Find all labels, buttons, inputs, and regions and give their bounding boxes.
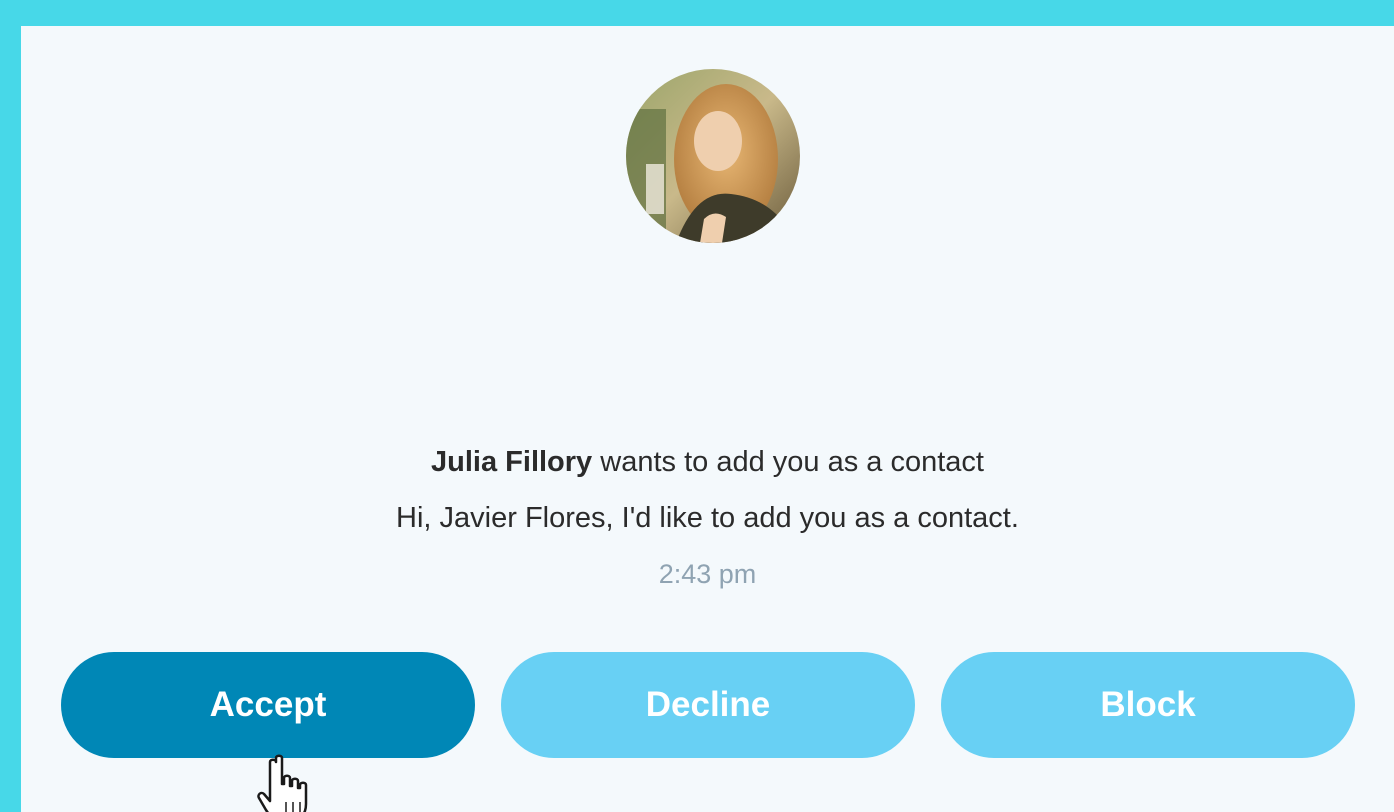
hand-pointer-icon <box>257 754 308 812</box>
contact-name: Julia Fillory <box>431 446 593 478</box>
block-button[interactable]: Block <box>941 652 1355 758</box>
timestamp: 2:43 pm <box>658 559 757 589</box>
decline-button[interactable]: Decline <box>501 652 915 758</box>
request-message: wants to add you as a contact <box>592 446 984 478</box>
contact-request-panel: Julia Fillory wants to add you as a cont… <box>21 26 1394 812</box>
accept-button[interactable]: Accept <box>61 652 475 758</box>
avatar <box>626 69 800 243</box>
request-line: Julia Fillory wants to add you as a cont… <box>21 446 1394 479</box>
greeting-message: Hi, Javier Flores, I'd like to add you a… <box>396 502 1019 534</box>
